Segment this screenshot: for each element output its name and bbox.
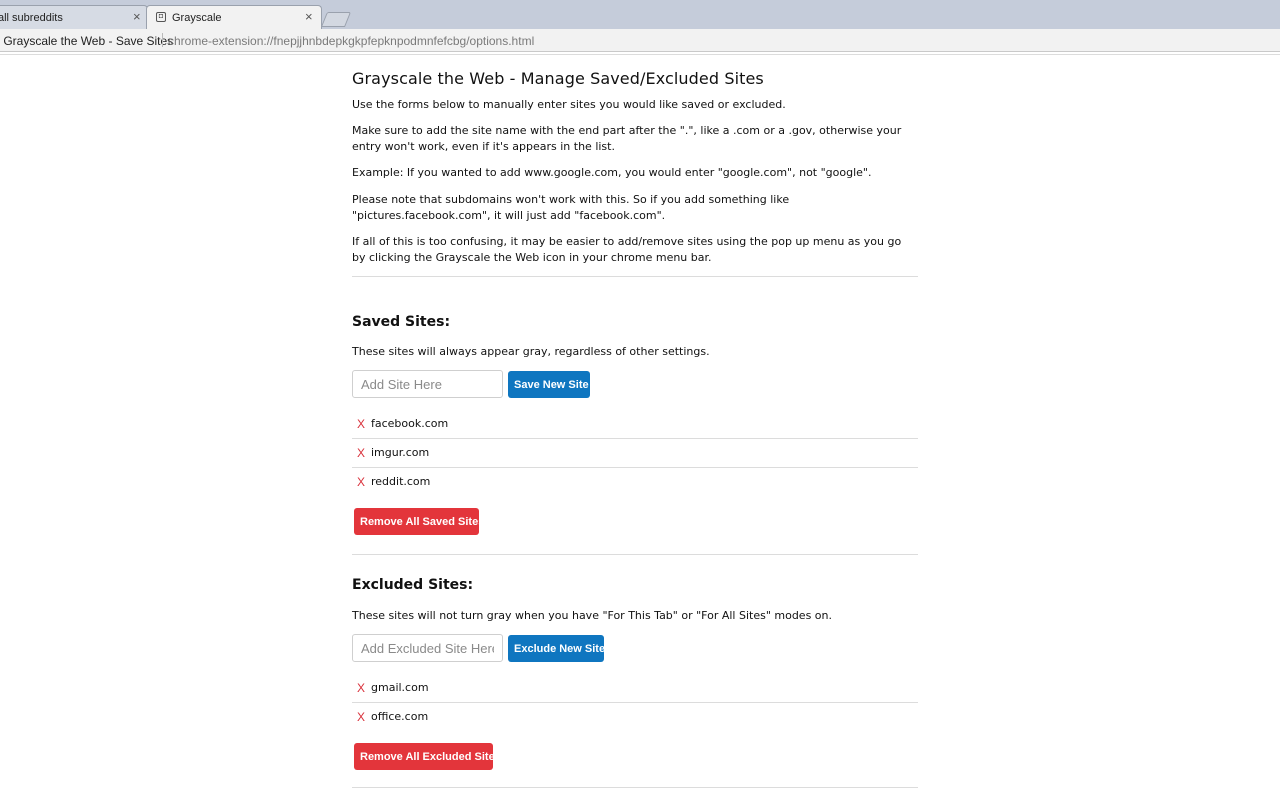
saved-site-row: X facebook.com — [352, 410, 918, 439]
section-divider — [352, 787, 918, 788]
saved-sites-description: These sites will always appear gray, reg… — [352, 345, 710, 358]
tab-close-icon[interactable]: × — [305, 10, 313, 23]
excluded-sites-heading: Excluded Sites: — [352, 577, 474, 593]
omnibox-url[interactable]: chrome-extension://fnepjjhnbdepkgkpfepkn… — [168, 34, 534, 48]
site-name: imgur.com — [371, 446, 430, 459]
tab-strip: all subreddits × ◘ Grayscale × — [0, 0, 1280, 29]
remove-site-icon[interactable]: X — [357, 446, 365, 460]
intro-paragraph: Example: If you wanted to add www.google… — [352, 166, 872, 179]
intro-paragraph: Make sure to add the site name with the … — [352, 124, 902, 153]
omnibox-page-title: - Grayscale the Web - Save Sites — [0, 34, 174, 48]
remove-site-icon[interactable]: X — [357, 475, 365, 489]
site-name: gmail.com — [371, 681, 429, 694]
remove-all-saved-sites-button[interactable]: Remove All Saved Sites — [354, 508, 484, 535]
address-bar[interactable]: - Grayscale the Web - Save Sites chrome-… — [0, 29, 1280, 52]
excluded-site-row: X office.com — [352, 703, 918, 731]
add-saved-site-input[interactable] — [352, 370, 503, 398]
tab-label: all subreddits — [0, 12, 63, 24]
saved-sites-list: X facebook.com X imgur.com X reddit.com — [352, 410, 918, 496]
excluded-site-row: X gmail.com — [352, 674, 918, 703]
save-new-site-button[interactable]: Save New Site — [508, 371, 590, 398]
tab-grayscale[interactable]: ◘ Grayscale × — [146, 5, 322, 29]
site-name: facebook.com — [371, 417, 449, 430]
section-divider — [352, 554, 918, 555]
saved-site-row: X imgur.com — [352, 439, 918, 468]
extension-favicon-icon: ◘ — [156, 12, 166, 22]
remove-all-excluded-sites-button[interactable]: Remove All Excluded Sites — [354, 743, 501, 770]
page-title: Grayscale the Web - Manage Saved/Exclude… — [352, 69, 764, 88]
intro-paragraph: If all of this is too confusing, it may … — [352, 235, 902, 264]
section-divider — [352, 276, 918, 277]
tab-label: Grayscale — [172, 12, 222, 24]
saved-sites-heading: Saved Sites: — [352, 314, 451, 330]
site-name: office.com — [371, 710, 429, 723]
site-name: reddit.com — [371, 475, 431, 488]
excluded-sites-description: These sites will not turn gray when you … — [352, 609, 833, 622]
excluded-sites-list: X gmail.com X office.com — [352, 674, 918, 731]
saved-site-row: X reddit.com — [352, 468, 918, 496]
omnibox-separator — [162, 33, 163, 47]
add-excluded-site-input[interactable] — [352, 634, 503, 662]
intro-paragraph: Use the forms below to manually enter si… — [352, 98, 786, 111]
intro-paragraph: Please note that subdomains won't work w… — [352, 193, 790, 222]
new-tab-button[interactable] — [320, 12, 352, 27]
remove-site-icon[interactable]: X — [357, 417, 365, 431]
exclude-new-site-button[interactable]: Exclude New Site — [508, 635, 605, 662]
remove-site-icon[interactable]: X — [357, 710, 365, 724]
remove-site-icon[interactable]: X — [357, 681, 365, 695]
tab-all-subreddits[interactable]: all subreddits × — [0, 5, 148, 29]
chrome-divider — [0, 54, 1280, 55]
tab-close-icon[interactable]: × — [133, 10, 141, 23]
